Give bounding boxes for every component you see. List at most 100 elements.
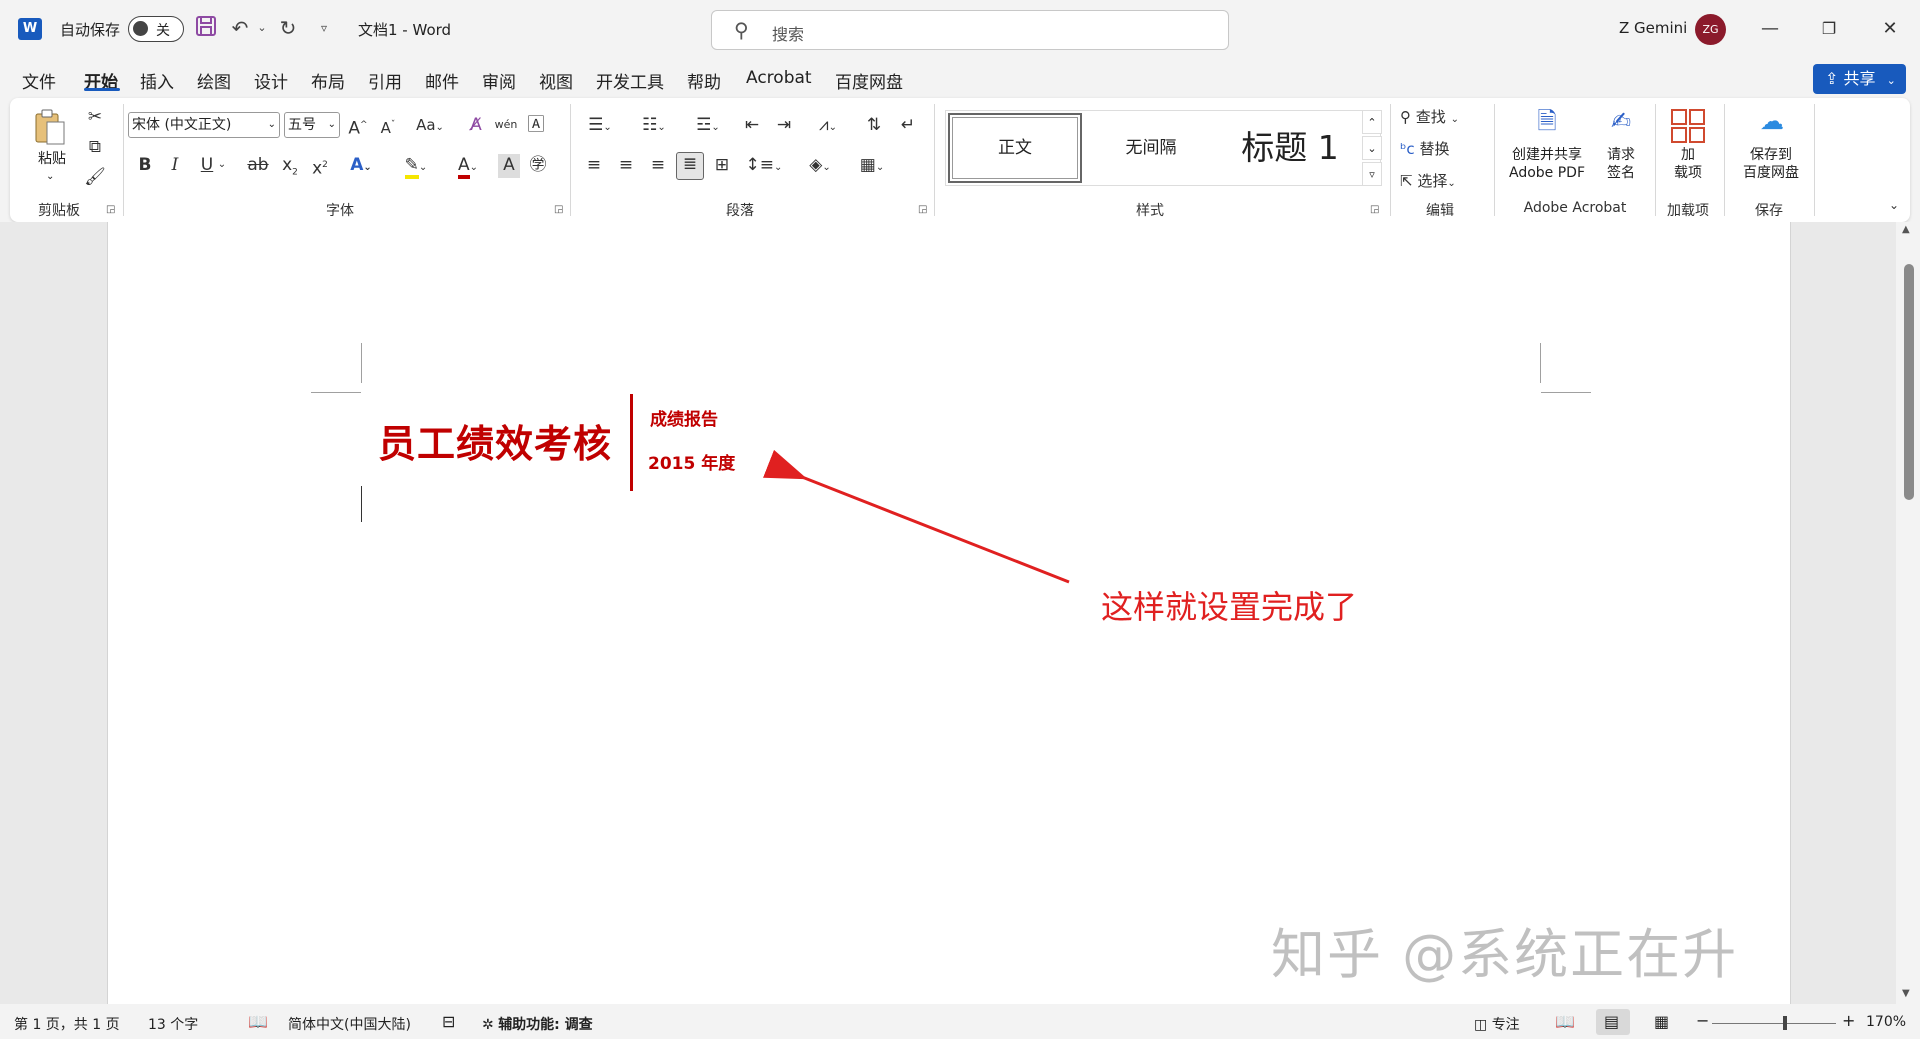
word-count[interactable]: 13 个字	[148, 1014, 198, 1034]
addins-icon[interactable]	[1670, 108, 1706, 144]
request-sign-line2[interactable]: 签名	[1606, 164, 1636, 182]
zoom-slider-thumb[interactable]	[1783, 1016, 1787, 1030]
shading-icon[interactable]: ◈⌄	[800, 154, 840, 178]
proofing-icon[interactable]: 📖	[248, 1012, 268, 1031]
distributed-icon[interactable]: ⊞	[710, 154, 734, 178]
font-family-combo[interactable]: 宋体 (中文正文) ⌄	[128, 112, 280, 138]
select-button[interactable]: ⇱ 选择⌄	[1400, 170, 1480, 194]
baidu-cloud-icon[interactable]: ☁	[1754, 109, 1790, 134]
styles-launcher-icon[interactable]: ◲	[1370, 204, 1379, 215]
font-color-icon[interactable]: A⌄	[450, 154, 486, 179]
vertical-scrollbar[interactable]: ▲ ▼	[1896, 222, 1920, 1004]
tab-baidu-netdisk[interactable]: 百度网盘	[835, 68, 903, 93]
tab-view[interactable]: 视图	[539, 68, 573, 93]
print-layout-icon[interactable]: ▤	[1604, 1012, 1619, 1031]
subscript-icon[interactable]: x2	[278, 154, 302, 178]
tab-mailings[interactable]: 邮件	[425, 68, 459, 93]
paste-dropdown-icon[interactable]: ⌄	[46, 168, 54, 186]
avatar[interactable]: ZG	[1695, 14, 1726, 45]
undo-icon[interactable]: ↶	[228, 15, 252, 41]
increase-indent-icon[interactable]: ⇥	[772, 114, 796, 138]
zoom-out-icon[interactable]: −	[1696, 1011, 1709, 1030]
tab-references[interactable]: 引用	[368, 68, 402, 93]
underline-icon[interactable]: U	[196, 154, 218, 178]
track-changes-icon[interactable]: ⊟	[442, 1012, 455, 1031]
signature-icon[interactable]: ✍	[1606, 109, 1636, 134]
font-size-combo[interactable]: 五号 ⌄	[284, 112, 340, 138]
scroll-thumb[interactable]	[1904, 264, 1914, 500]
change-case-button[interactable]: Aa⌄	[410, 114, 450, 138]
web-layout-icon[interactable]: ▦	[1654, 1012, 1669, 1031]
minimize-icon[interactable]: —	[1755, 14, 1785, 44]
superscript-icon[interactable]: x2	[308, 154, 332, 179]
addins-line2[interactable]: 载项	[1670, 164, 1706, 182]
tab-file[interactable]: 文件	[22, 68, 56, 93]
restore-icon[interactable]: ❐	[1814, 14, 1844, 44]
align-center-icon[interactable]: ≡	[614, 154, 638, 178]
character-shading-icon[interactable]: A	[498, 154, 520, 178]
create-pdf-line2[interactable]: Adobe PDF	[1502, 164, 1592, 182]
save-icon[interactable]	[194, 15, 218, 41]
tab-design[interactable]: 设计	[254, 68, 288, 93]
share-button[interactable]: ⇪ 共享 ⌄	[1813, 64, 1906, 94]
tab-review[interactable]: 审阅	[482, 68, 516, 93]
style-heading-1[interactable]: 标题 1	[1220, 113, 1360, 183]
tab-draw[interactable]: 绘图	[197, 68, 231, 93]
align-left-icon[interactable]: ≡	[582, 154, 606, 178]
tab-acrobat[interactable]: Acrobat	[746, 68, 812, 88]
chinese-layout-icon[interactable]: ⩘⌄	[808, 114, 848, 138]
borders-icon[interactable]: ▦⌄	[852, 154, 892, 178]
tab-layout[interactable]: 布局	[311, 68, 345, 93]
paste-icon[interactable]	[32, 108, 68, 148]
user-name[interactable]: Z Gemini	[1619, 19, 1687, 37]
chevron-down-icon[interactable]: ⌄	[216, 154, 228, 178]
text-effects-icon[interactable]: A⌄	[346, 154, 376, 178]
tab-developer[interactable]: 开发工具	[596, 68, 664, 93]
clear-formatting-icon[interactable]: A̸	[464, 114, 488, 138]
gallery-down-icon[interactable]: ⌄	[1362, 136, 1382, 160]
save-baidu-line2[interactable]: 百度网盘	[1736, 164, 1806, 182]
autosave-toggle[interactable]: 关	[128, 16, 184, 42]
character-border-icon[interactable]: 🄰	[524, 114, 548, 138]
justify-icon[interactable]: ≣	[676, 152, 704, 180]
create-pdf-line1[interactable]: 创建并共享	[1502, 146, 1592, 164]
align-right-icon[interactable]: ≡	[646, 154, 670, 178]
zoom-in-icon[interactable]: +	[1842, 1011, 1855, 1030]
style-normal[interactable]: 正文	[948, 113, 1082, 183]
gallery-more-icon[interactable]: ▿	[1362, 162, 1382, 186]
save-baidu-line1[interactable]: 保存到	[1736, 146, 1806, 164]
tab-help[interactable]: 帮助	[687, 68, 721, 93]
bold-icon[interactable]: B	[134, 154, 156, 178]
sort-icon[interactable]: ⇅	[862, 114, 886, 138]
focus-button[interactable]: ◫ 专注	[1474, 1014, 1520, 1034]
style-no-spacing[interactable]: 无间隔	[1086, 113, 1216, 183]
shrink-font-icon[interactable]: Aˇ	[376, 114, 400, 138]
copy-icon[interactable]: ⧉	[84, 136, 106, 160]
phonetic-guide-icon[interactable]: wén	[494, 114, 518, 138]
redo-icon[interactable]: ↻	[276, 15, 300, 41]
addins-line1[interactable]: 加	[1670, 146, 1706, 164]
tab-insert[interactable]: 插入	[140, 68, 174, 93]
strikethrough-icon[interactable]: ab	[246, 154, 270, 178]
page-count[interactable]: 第 1 页，共 1 页	[14, 1014, 120, 1034]
numbering-icon[interactable]: ☷⌄	[634, 114, 674, 138]
bullets-icon[interactable]: ☰⌄	[580, 114, 620, 138]
show-marks-icon[interactable]: ↵	[896, 114, 920, 138]
paste-label[interactable]: 粘贴	[34, 150, 70, 168]
italic-icon[interactable]: I	[164, 154, 186, 178]
font-launcher-icon[interactable]: ◲	[554, 204, 563, 215]
accessibility-button[interactable]: ✲ 辅助功能: 调查	[482, 1014, 593, 1034]
gallery-up-icon[interactable]: ⌃	[1362, 110, 1382, 134]
pdf-icon[interactable]: 🗎	[1532, 109, 1562, 134]
read-mode-icon[interactable]: 📖	[1555, 1012, 1575, 1031]
replace-button[interactable]: ᵇc 替换	[1400, 138, 1480, 162]
zoom-level[interactable]: 170%	[1866, 1014, 1906, 1030]
find-button[interactable]: ⚲ 查找 ⌄	[1400, 106, 1490, 130]
enclose-characters-icon[interactable]: ㊫	[526, 154, 550, 178]
search-box[interactable]: ⚲ 搜索	[711, 10, 1229, 50]
scroll-down-icon[interactable]: ▼	[1902, 988, 1910, 999]
close-icon[interactable]: ✕	[1875, 14, 1905, 44]
paragraph-launcher-icon[interactable]: ◲	[918, 204, 927, 215]
decrease-indent-icon[interactable]: ⇤	[740, 114, 764, 138]
highlight-color-icon[interactable]: ✎⌄	[398, 154, 434, 179]
